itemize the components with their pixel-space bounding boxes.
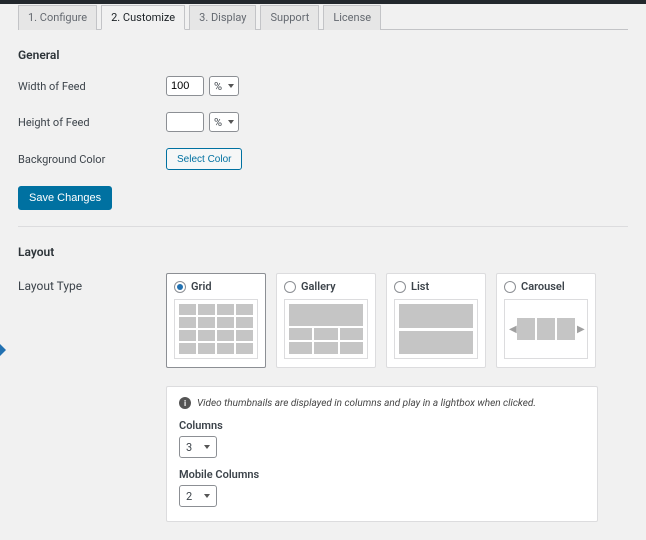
tab-display[interactable]: 3. Display xyxy=(189,5,256,30)
grid-preview-icon xyxy=(174,299,258,359)
layout-info-text: Video thumbnails are displayed in column… xyxy=(197,398,536,409)
layout-option-gallery[interactable]: Gallery xyxy=(276,273,376,368)
layout-type-label: Layout Type xyxy=(18,273,166,368)
radio-carousel[interactable] xyxy=(504,281,516,293)
settings-tabs: 1. Configure 2. Customize 3. Display Sup… xyxy=(18,4,628,30)
section-layout-title: Layout xyxy=(18,245,628,259)
columns-select[interactable]: 3 xyxy=(179,436,217,458)
layout-options: Grid Gallery xyxy=(166,273,596,368)
gallery-preview-icon xyxy=(284,299,368,359)
height-input[interactable] xyxy=(166,112,204,132)
layout-option-carousel[interactable]: Carousel ◀ ▶ xyxy=(496,273,596,368)
divider xyxy=(18,226,628,227)
width-label: Width of Feed xyxy=(18,80,166,93)
list-preview-icon xyxy=(394,299,478,359)
mobile-columns-label: Mobile Columns xyxy=(179,468,585,481)
chevron-left-icon: ◀ xyxy=(509,324,515,335)
layout-option-label: List xyxy=(411,280,429,293)
tab-customize[interactable]: 2. Customize xyxy=(101,5,185,30)
layout-option-grid[interactable]: Grid xyxy=(166,273,266,368)
edge-indicator-icon xyxy=(0,344,6,356)
height-label: Height of Feed xyxy=(18,116,166,129)
chevron-right-icon: ▶ xyxy=(577,324,583,335)
mobile-columns-select[interactable]: 2 xyxy=(179,485,217,507)
tab-support[interactable]: Support xyxy=(260,5,319,30)
bgcolor-label: Background Color xyxy=(18,153,166,166)
width-unit-select[interactable]: % xyxy=(209,76,239,96)
layout-option-label: Gallery xyxy=(301,280,336,293)
section-general-title: General xyxy=(18,48,628,62)
layout-option-label: Grid xyxy=(191,280,212,293)
tab-license[interactable]: License xyxy=(323,5,381,30)
select-color-button[interactable]: Select Color xyxy=(166,148,242,170)
carousel-preview-icon: ◀ ▶ xyxy=(504,299,588,359)
layout-option-label: Carousel xyxy=(521,280,565,293)
radio-grid[interactable] xyxy=(174,281,186,293)
layout-details-box: i Video thumbnails are displayed in colu… xyxy=(166,386,598,522)
radio-gallery[interactable] xyxy=(284,281,296,293)
save-changes-button[interactable]: Save Changes xyxy=(18,186,112,210)
layout-option-list[interactable]: List xyxy=(386,273,486,368)
width-input[interactable] xyxy=(166,76,204,96)
columns-label: Columns xyxy=(179,419,585,432)
info-icon: i xyxy=(179,397,191,409)
radio-list[interactable] xyxy=(394,281,406,293)
tab-configure[interactable]: 1. Configure xyxy=(18,5,97,30)
height-unit-select[interactable]: % xyxy=(209,112,239,132)
